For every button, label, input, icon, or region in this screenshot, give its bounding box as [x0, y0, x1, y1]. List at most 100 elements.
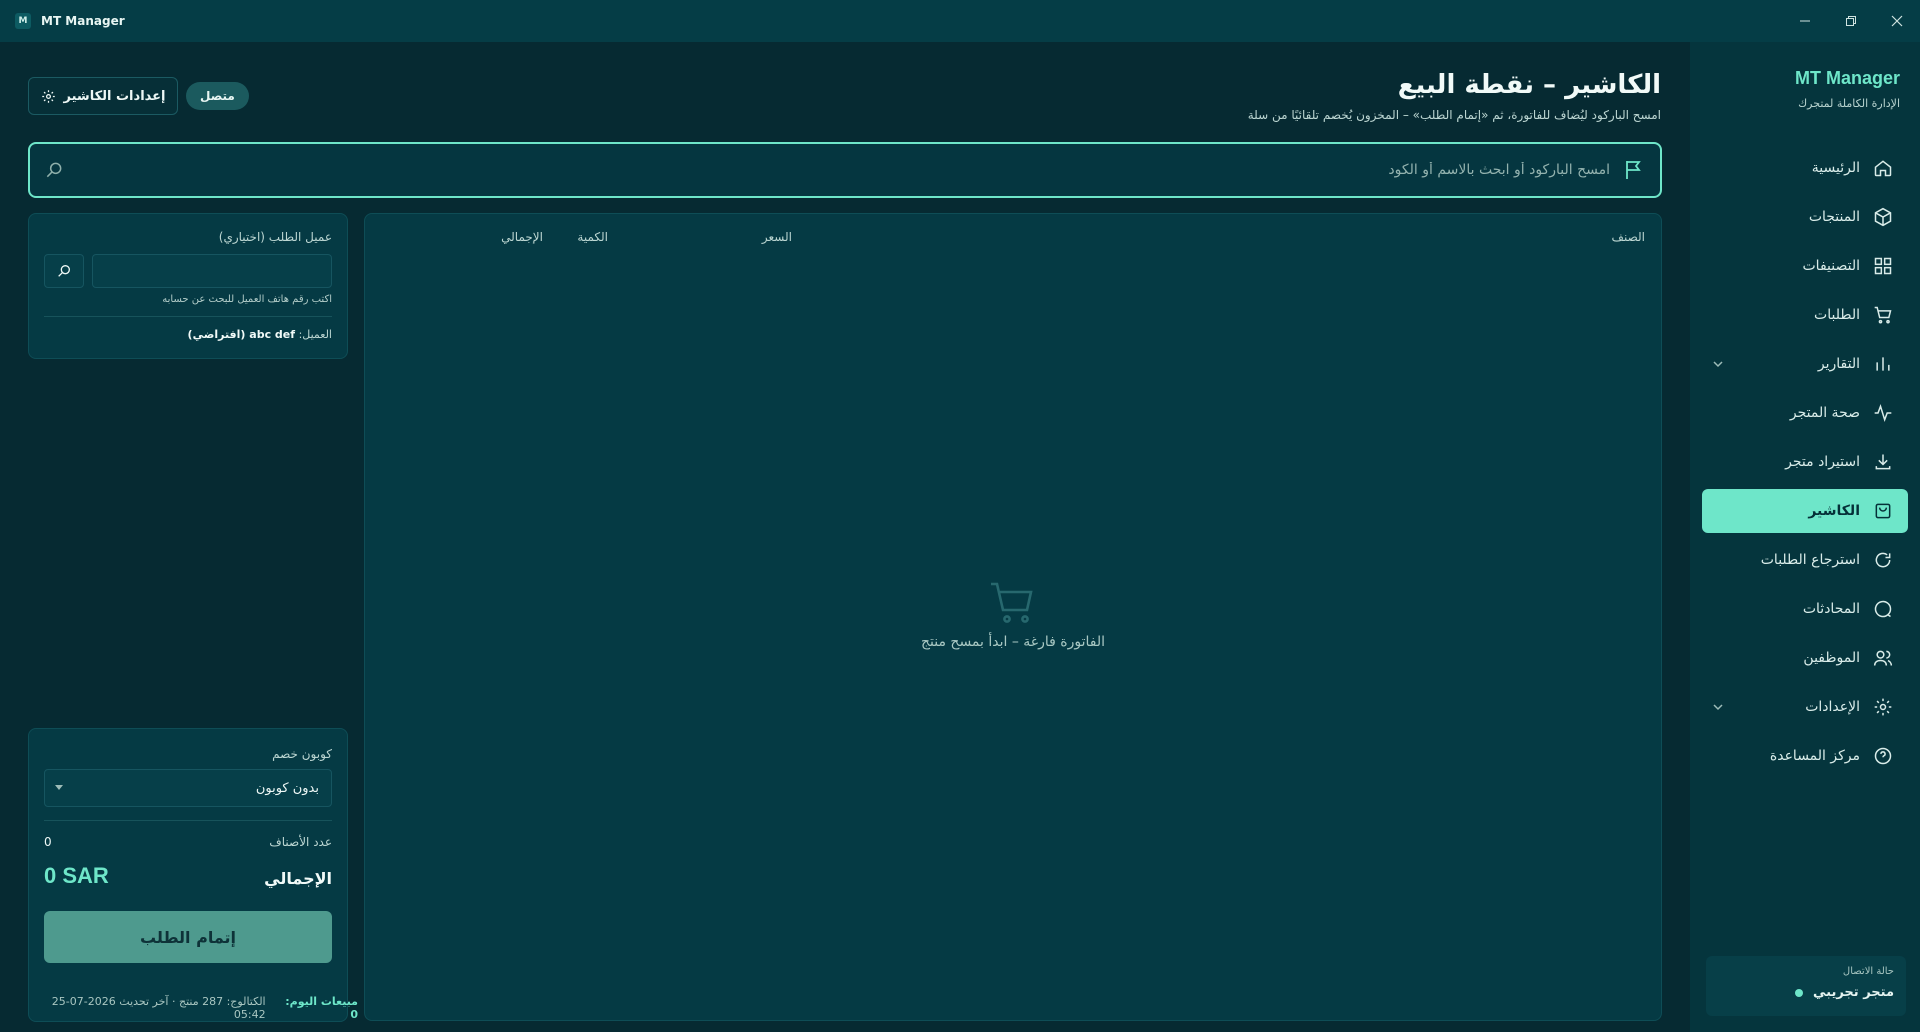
cart-icon — [991, 582, 1033, 623]
close-icon — [1891, 15, 1903, 27]
pulse-icon — [1872, 402, 1894, 424]
sidebar-item-label: الطلبات — [1814, 307, 1860, 323]
connection-status: حالة الاتصال متجر تجريبي — [1706, 956, 1906, 1016]
connection-value: متجر تجريبي — [1718, 985, 1894, 1000]
totals-panel: كوبون خصم بدون كوبون عدد الأصناف 0 الإجم… — [28, 728, 348, 1022]
divider — [44, 316, 332, 317]
sidebar-item-label: مركز المساعدة — [1769, 748, 1860, 764]
customer-hint: اكتب رقم هاتف العميل للبحث عن حسابه — [162, 294, 332, 305]
sidebar-item-cashier[interactable]: الكاشير — [1702, 489, 1908, 533]
home-icon — [1872, 157, 1894, 179]
current-customer-prefix: العميل: — [298, 328, 332, 341]
sidebar-item-home[interactable]: الرئيسية — [1702, 146, 1908, 190]
sidebar-item-products[interactable]: المنتجات — [1702, 195, 1908, 239]
divider — [44, 820, 332, 821]
sidebar-item-label: استيراد متجر — [1785, 454, 1860, 470]
brand: MT Manager الإدارة الكاملة لمتجرك — [1795, 68, 1900, 110]
window-controls — [1782, 0, 1920, 42]
sidebar-item-reports[interactable]: التقارير — [1702, 342, 1908, 386]
status-badge: متصل — [186, 82, 249, 110]
sidebar-item-label: الكاشير — [1808, 503, 1860, 519]
today-sales: مبيعات اليوم: 0 — [285, 995, 358, 1021]
minimize-button[interactable] — [1782, 0, 1828, 42]
brand-name: MT Manager — [1794, 68, 1900, 88]
sidebar-item-categories[interactable]: التصنيفات — [1702, 244, 1908, 288]
users-icon — [1872, 647, 1894, 669]
restore-button[interactable] — [1828, 0, 1874, 42]
customer-panel: عميل الطلب (اختياري) اكتب رقم هاتف العمي… — [28, 213, 348, 359]
sidebar-item-employees[interactable]: الموظفين — [1702, 636, 1908, 680]
sidebar-item-label: الرئيسية — [1811, 160, 1860, 176]
chevron-down-icon[interactable] — [1710, 699, 1726, 715]
help-icon — [1872, 745, 1894, 767]
connection-label: حالة الاتصال — [1842, 966, 1894, 977]
caret-down-icon — [55, 785, 63, 790]
sidebar-item-label: صحة المتجر — [1789, 405, 1860, 421]
brand-tagline: الإدارة الكاملة لمتجرك — [1798, 97, 1900, 110]
sidebar-item-label: التصنيفات — [1802, 258, 1861, 274]
settings-button-label: إعدادات الكاشير — [63, 88, 166, 104]
title-bar: M MT Manager — [0, 0, 1920, 42]
sidebar-item-settings[interactable]: الإعدادات — [1702, 685, 1908, 729]
column-header-total: الإجمالي — [501, 230, 543, 244]
minimize-icon — [1800, 20, 1810, 22]
column-header-item: الصنف — [1611, 230, 1645, 244]
invoice-panel: الصنف السعر الكمية الإجمالي الفاتورة فار… — [364, 213, 1662, 1021]
empty-invoice-state: الفاتورة فارغة – ابدأ بمسح منتج — [365, 580, 1661, 650]
customer-phone-input[interactable] — [92, 254, 332, 288]
page-title: الكاشير – نقطة البيع — [1397, 70, 1661, 100]
connection-store-name: متجر تجريبي — [1812, 985, 1894, 1000]
item-count-value: 0 — [44, 835, 52, 849]
grid-icon — [1872, 255, 1894, 277]
sidebar-item-label: الموظفين — [1803, 650, 1860, 666]
online-dot-icon — [1794, 988, 1803, 997]
sidebar-item-store-health[interactable]: صحة المتجر — [1702, 391, 1908, 435]
cart-icon — [1872, 304, 1894, 326]
gear-icon — [1872, 696, 1894, 718]
sidebar-item-label: الإعدادات — [1805, 699, 1860, 715]
column-header-price: السعر — [761, 230, 792, 244]
search-icon[interactable] — [44, 160, 64, 180]
barcode-search-input[interactable] — [110, 144, 1610, 196]
flag-icon[interactable] — [1622, 158, 1646, 182]
bar-chart-icon — [1872, 353, 1894, 375]
coupon-selected-value: بدون كوبون — [255, 780, 319, 796]
window-title: MT Manager — [41, 14, 125, 28]
sidebar-item-chats[interactable]: المحادثات — [1702, 587, 1908, 631]
column-header-qty: الكمية — [577, 230, 608, 244]
total-label: الإجمالي — [264, 869, 332, 888]
sidebar-item-orders[interactable]: الطلبات — [1702, 293, 1908, 337]
box-icon — [1872, 206, 1894, 228]
empty-invoice-text: الفاتورة فارغة – ابدأ بمسح منتج — [920, 634, 1106, 650]
refresh-icon — [1872, 549, 1894, 571]
sidebar-item-label: المنتجات — [1808, 209, 1860, 225]
item-count-label: عدد الأصناف — [269, 835, 332, 849]
page-subtitle: امسح الباركود ليُضاف للفاتورة، ثم «إتمام… — [1247, 108, 1661, 122]
sidebar-nav: الرئيسية المنتجات التصنيفات الطلبات التق… — [1702, 146, 1908, 783]
sidebar-item-label: التقارير — [1817, 356, 1860, 372]
sidebar-item-returns[interactable]: استرجاع الطلبات — [1702, 538, 1908, 582]
gear-icon — [41, 89, 55, 103]
chevron-down-icon[interactable] — [1710, 356, 1726, 372]
main-content: الكاشير – نقطة البيع امسح الباركود ليُضا… — [0, 42, 1690, 1032]
customer-search-button[interactable] — [44, 254, 84, 288]
sidebar-item-import-store[interactable]: استيراد متجر — [1702, 440, 1908, 484]
search-icon — [58, 265, 70, 277]
chat-icon — [1872, 598, 1894, 620]
close-button[interactable] — [1874, 0, 1920, 42]
catalog-info: الكتالوج: 287 منتج · آخر تحديث 2026-07-2… — [51, 995, 266, 1021]
cashier-settings-button[interactable]: إعدادات الكاشير — [28, 77, 178, 115]
current-customer-name: abc def (افتراضي) — [187, 328, 296, 341]
customer-label: عميل الطلب (اختياري) — [218, 230, 332, 244]
barcode-search-bar[interactable] — [28, 142, 1662, 198]
status-footer: مبيعات اليوم: 0 الكتالوج: 287 منتج · آخر… — [28, 995, 358, 1021]
sidebar-item-label: المحادثات — [1802, 601, 1860, 617]
sidebar: MT Manager الإدارة الكاملة لمتجرك الرئيس… — [1690, 42, 1920, 1032]
shopping-bag-icon — [1872, 500, 1894, 522]
coupon-select[interactable]: بدون كوبون — [44, 769, 332, 807]
coupon-label: كوبون خصم — [272, 747, 332, 761]
sidebar-item-help-center[interactable]: مركز المساعدة — [1702, 734, 1908, 778]
checkout-button[interactable]: إتمام الطلب — [44, 911, 332, 963]
download-icon — [1872, 451, 1894, 473]
app-logo-icon: M — [15, 13, 31, 29]
